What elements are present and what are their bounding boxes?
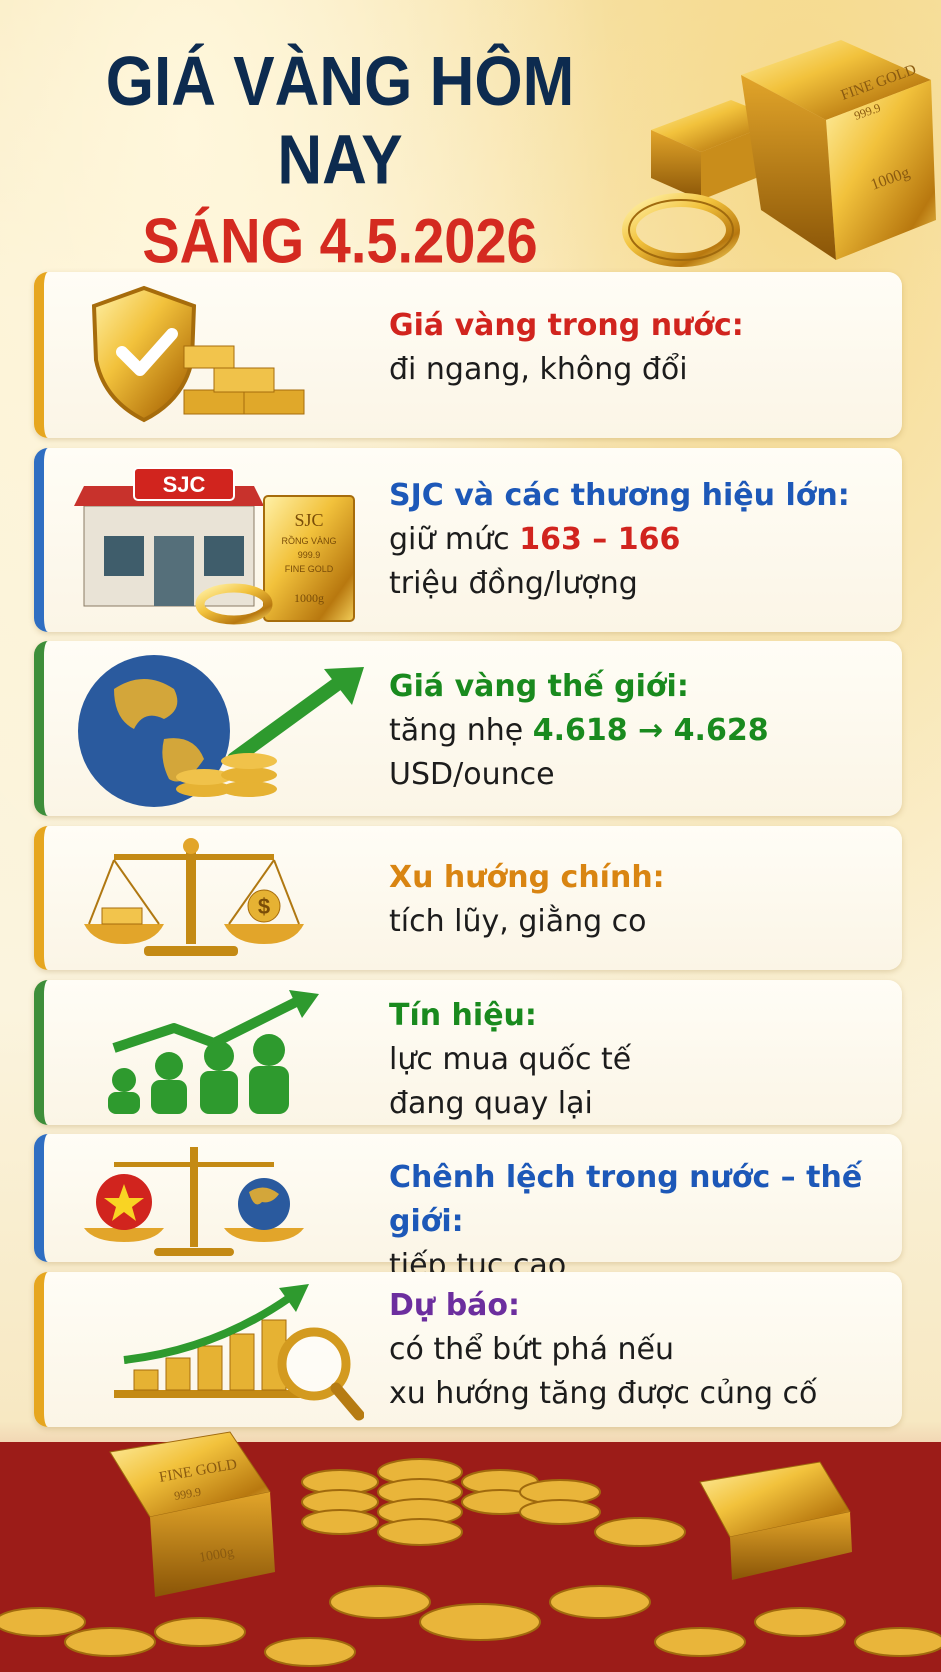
card-1-text: Giá vàng trong nước: đi ngang, không đổi <box>389 304 744 392</box>
card-6-text: Chênh lệch trong nước – thế giới: tiếp t… <box>389 1156 902 1288</box>
sjc-bar-line4: 1000g <box>294 591 324 605</box>
card-3-prefix: tăng nhẹ <box>389 713 533 748</box>
balance-scale-icon: $ <box>84 838 304 956</box>
card-3-value: 4.618 → 4.628 <box>532 713 769 748</box>
sjc-shop-sign: SJC <box>163 472 206 497</box>
card-world-price: Giá vàng thế giới: tăng nhẹ 4.618 → 4.62… <box>34 641 902 816</box>
card-3-line2: USD/ounce <box>389 757 555 792</box>
card-3-heading: Giá vàng thế giới: <box>389 669 689 704</box>
card-1-heading: Giá vàng trong nước: <box>389 308 744 343</box>
card-7-line2: xu hướng tăng được củng cố <box>389 1376 818 1411</box>
card-2-line2: triệu đồng/lượng <box>389 566 638 601</box>
card-5-heading: Tín hiệu: <box>389 998 537 1033</box>
card-domestic-price: Giá vàng trong nước: đi ngang, không đổi <box>34 272 902 438</box>
card-7-text: Dự báo: có thể bứt phá nếu xu hướng tăng… <box>389 1284 817 1416</box>
card-5-line1: lực mua quốc tế <box>389 1042 632 1077</box>
svg-text:$: $ <box>258 894 270 919</box>
card-1-line1: đi ngang, không đổi <box>389 352 688 387</box>
title-line-1: GIÁ VÀNG HÔM NAY <box>105 43 575 200</box>
card-signal: Tín hiệu: lực mua quốc tế đang quay lại <box>34 980 902 1125</box>
card-7-heading: Dự báo: <box>389 1288 521 1323</box>
card-sjc: SJC SJC RỒNG VÀNG 999.9 FINE GOLD 1000g … <box>34 448 902 632</box>
card-2-text: SJC và các thương hiệu lớn: giữ mức 163 … <box>389 474 850 606</box>
sjc-bar-line2: 999.9 <box>298 550 321 560</box>
card-5-line2: đang quay lại <box>389 1086 593 1121</box>
card-4-text: Xu hướng chính: tích lũy, giằng co <box>389 856 665 944</box>
card-6-heading: Chênh lệch trong nước – thế giới: <box>389 1160 863 1239</box>
title-line-2: SÁNG 4.5.2026 <box>142 205 538 276</box>
card-2-value: 163 – 166 <box>519 522 681 557</box>
forecast-chart-icon <box>114 1284 364 1421</box>
sjc-store-icon: SJC SJC RỒNG VÀNG 999.9 FINE GOLD 1000g <box>74 467 355 625</box>
card-main-trend: $ Xu hướng chính: tích lũy, giằng co <box>34 826 902 970</box>
sjc-bar-brand: SJC <box>294 510 323 530</box>
card-4-heading: Xu hướng chính: <box>389 860 665 895</box>
shield-check-icon <box>91 285 305 423</box>
card-4-line1: tích lũy, giằng co <box>389 904 647 939</box>
card-2-heading: SJC và các thương hiệu lớn: <box>389 478 850 513</box>
sjc-bar-line3: FINE GOLD <box>285 564 334 574</box>
growing-people-icon <box>108 990 319 1114</box>
card-2-prefix: giữ mức <box>389 522 520 557</box>
card-7-line1: có thể bứt phá nếu <box>389 1332 674 1367</box>
globe-coins-icon <box>78 655 364 807</box>
card-5-text: Tín hiệu: lực mua quốc tế đang quay lại <box>389 994 631 1126</box>
card-3-text: Giá vàng thế giới: tăng nhẹ 4.618 → 4.62… <box>389 665 769 797</box>
gold-bars-hero-icon: FINE GOLD 999.9 1000g <box>622 40 936 267</box>
page-title: GIÁ VÀNG HÔM NAY SÁNG 4.5.2026 <box>40 44 640 276</box>
card-forecast: Dự báo: có thể bứt phá nếu xu hướng tăng… <box>34 1272 902 1427</box>
card-spread: Chênh lệch trong nước – thế giới: tiếp t… <box>34 1134 902 1283</box>
sjc-bar-line1: RỒNG VÀNG <box>281 535 336 546</box>
gold-coins-footer-icon: FINE GOLD 999.9 1000g <box>0 1431 941 1672</box>
vietnam-world-scale-icon <box>84 1147 304 1256</box>
